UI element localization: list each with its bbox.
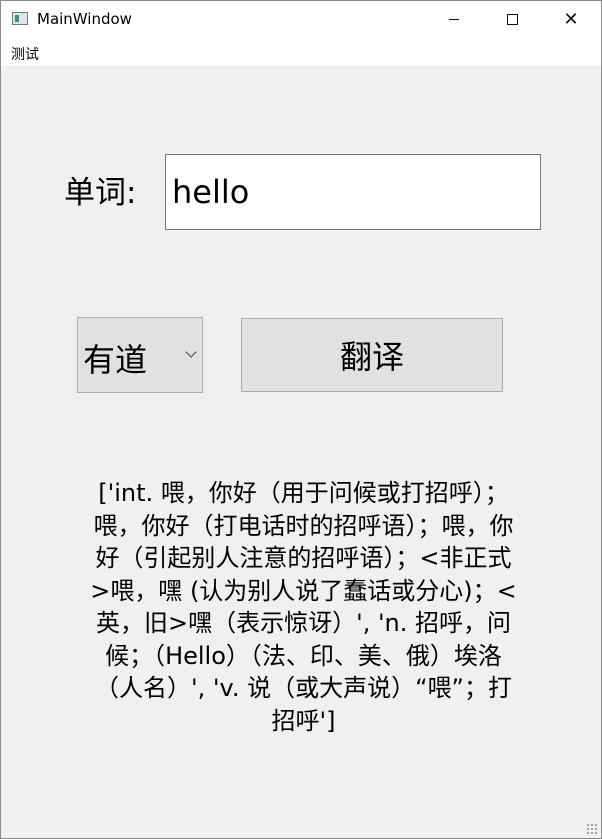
- maximize-button[interactable]: [483, 1, 541, 38]
- engine-select[interactable]: 有道: [77, 317, 203, 393]
- main-window: MainWindow ✕ 测试 单词: 有道 翻译 ['int. 喂，你好（用于…: [0, 0, 602, 839]
- word-input[interactable]: [165, 154, 541, 230]
- window-title: MainWindow: [37, 10, 132, 28]
- app-icon: [12, 12, 28, 25]
- minimize-button[interactable]: [425, 1, 483, 38]
- word-label: 单词:: [64, 175, 137, 211]
- engine-selected-value: 有道: [83, 341, 148, 379]
- title-bar[interactable]: MainWindow ✕: [1, 1, 601, 38]
- menu-item-test[interactable]: 测试: [11, 44, 39, 64]
- minimize-icon: [449, 19, 459, 20]
- menu-bar: 测试: [1, 38, 601, 66]
- maximize-icon: [506, 14, 518, 25]
- close-button[interactable]: ✕: [542, 1, 600, 38]
- translate-button[interactable]: 翻译: [241, 318, 503, 392]
- translation-result: ['int. 喂，你好（用于问候或打招呼）；喂，你好（打电话时的招呼语）；喂，你…: [90, 479, 517, 735]
- close-icon: ✕: [563, 8, 579, 30]
- resize-grip-icon[interactable]: [586, 823, 598, 835]
- chevron-down-icon: [185, 346, 197, 358]
